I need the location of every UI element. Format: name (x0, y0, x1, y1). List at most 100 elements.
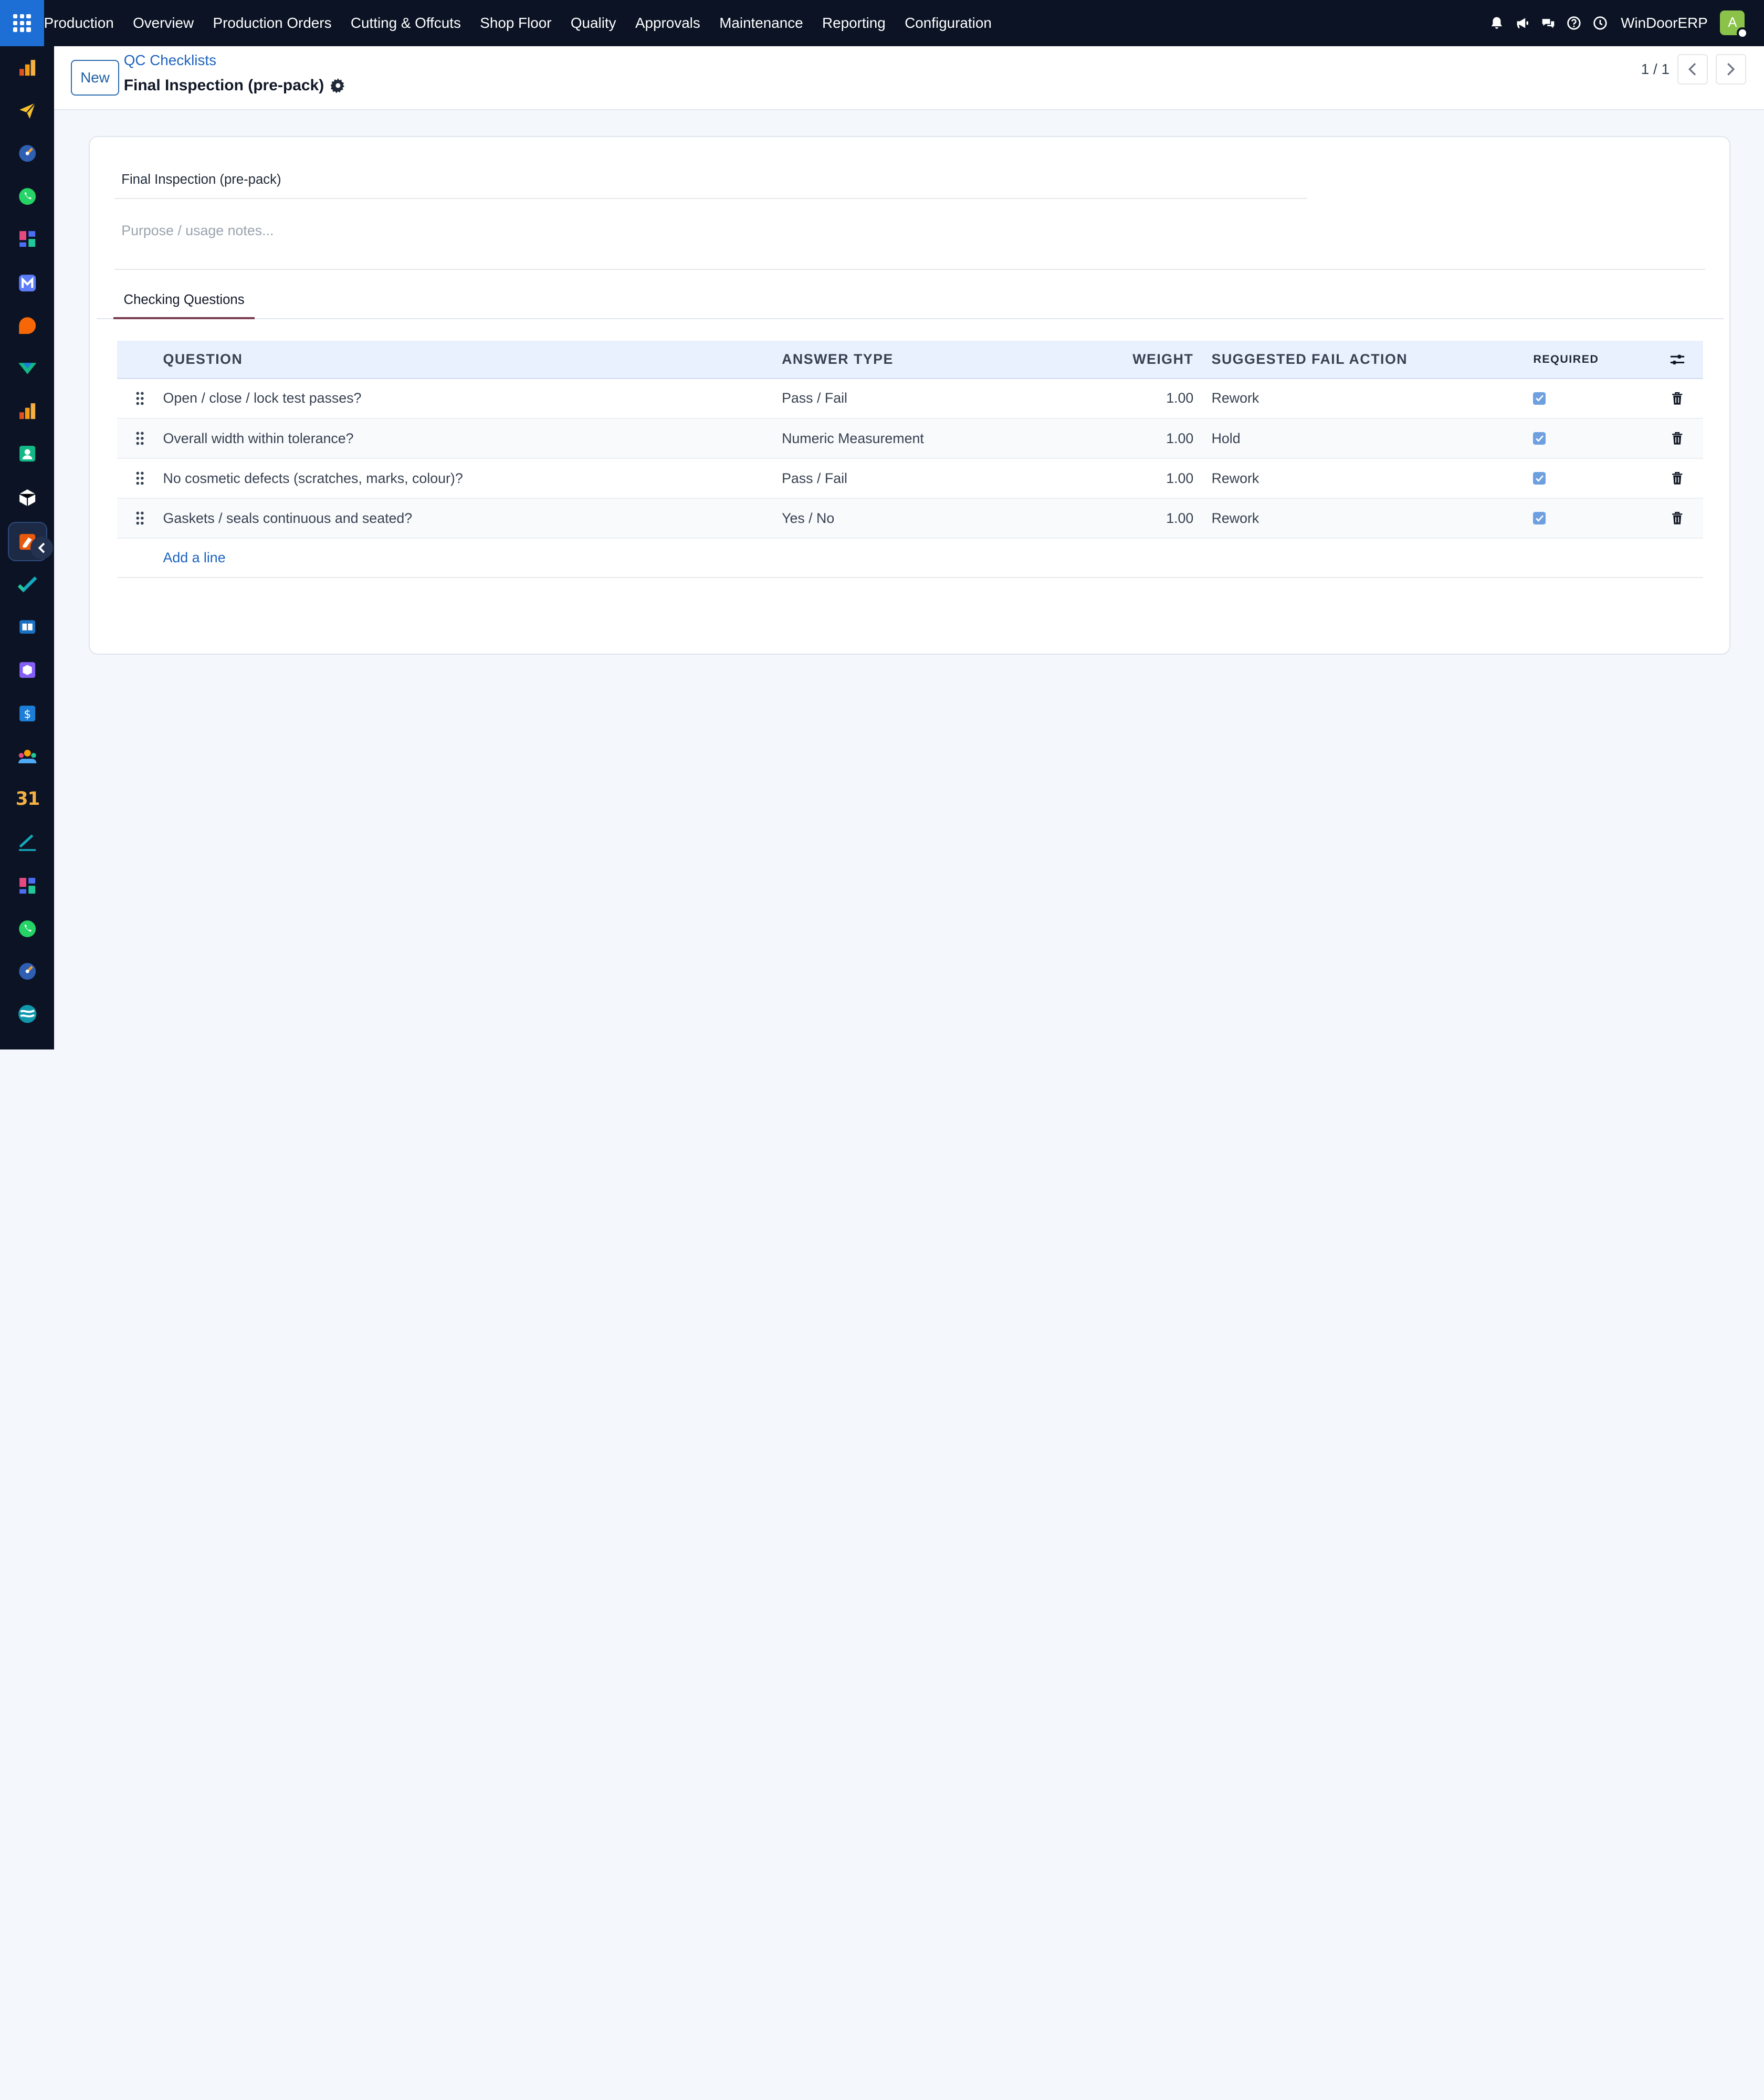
package-app-icon[interactable] (9, 652, 46, 689)
pager-previous-button[interactable] (1677, 54, 1708, 85)
clock-icon[interactable] (1587, 10, 1613, 36)
fail-action-cell[interactable]: Rework (1193, 510, 1533, 527)
rail-collapse-button[interactable] (30, 537, 53, 559)
pager-value[interactable]: 1 / 1 (1641, 61, 1670, 78)
answer-type-cell[interactable]: Numeric Measurement (782, 430, 1063, 447)
column-fail-action[interactable]: SUGGESTED FAIL ACTION (1193, 351, 1533, 368)
gear-icon[interactable] (331, 78, 345, 93)
top-navbar: Production Overview Production Orders Cu… (0, 0, 1764, 46)
new-button[interactable]: New (70, 59, 120, 96)
weight-cell[interactable]: 1.00 (1063, 390, 1193, 406)
trash-icon[interactable] (1651, 392, 1703, 405)
apps-grid-icon (13, 14, 31, 33)
column-required[interactable]: REQUIRED (1533, 353, 1651, 366)
invoice-app-icon[interactable]: $ (9, 695, 46, 732)
menu-item-approvals[interactable]: Approvals (626, 15, 710, 32)
sign-app-icon[interactable] (9, 824, 46, 861)
trash-icon[interactable] (1651, 471, 1703, 485)
dashboard-app-icon[interactable] (9, 220, 46, 258)
notes-field[interactable]: Purpose / usage notes... (114, 219, 1706, 270)
discuss-app-icon[interactable] (9, 995, 46, 1033)
weight-cell[interactable]: 1.00 (1063, 470, 1193, 487)
mail-app-icon[interactable] (9, 265, 46, 302)
answer-type-cell[interactable]: Pass / Fail (782, 390, 1063, 406)
menu-item-reporting[interactable]: Reporting (813, 15, 895, 32)
page-title: Final Inspection (pre-pack) (124, 77, 345, 94)
required-checkbox[interactable] (1533, 512, 1546, 524)
menu-item-cutting-offcuts[interactable]: Cutting & Offcuts (341, 15, 470, 32)
drag-handle-icon[interactable] (117, 431, 163, 446)
table-row[interactable]: Overall width within tolerance? Numeric … (117, 419, 1704, 459)
whatsapp-app-icon[interactable] (9, 178, 46, 215)
drag-handle-icon[interactable] (117, 471, 163, 486)
calendar-app-icon[interactable]: 31 (9, 781, 46, 818)
trash-icon[interactable] (1651, 432, 1703, 445)
pager-next-button[interactable] (1715, 54, 1746, 85)
book-app-icon[interactable] (9, 608, 46, 646)
chart-app-icon-2[interactable] (9, 393, 46, 430)
tab-checking-questions[interactable]: Checking Questions (113, 292, 255, 320)
table-body: Open / close / lock test passes? Pass / … (117, 379, 1704, 539)
app-root: Production Overview Production Orders Cu… (0, 0, 1764, 1050)
drag-handle-icon[interactable] (117, 511, 163, 526)
company-name[interactable]: WinDoorERP (1621, 15, 1708, 32)
menu-item-production-orders[interactable]: Production Orders (203, 15, 341, 32)
fail-action-cell[interactable]: Rework (1193, 390, 1533, 406)
help-icon[interactable] (1561, 10, 1587, 36)
add-line-link[interactable]: Add a line (163, 550, 226, 566)
required-checkbox[interactable] (1533, 432, 1546, 445)
weight-cell[interactable]: 1.00 (1063, 510, 1193, 527)
checklist-name-field[interactable]: Final Inspection (pre-pack) (114, 169, 1307, 200)
dashboard-app-icon-2[interactable] (9, 867, 46, 905)
whatsapp-app-icon-2[interactable] (9, 910, 46, 948)
menu-item-shop-floor[interactable]: Shop Floor (470, 15, 561, 32)
user-avatar[interactable]: A (1720, 10, 1748, 39)
fail-action-cell[interactable]: Hold (1193, 430, 1533, 447)
column-question[interactable]: QUESTION (163, 351, 782, 368)
question-cell[interactable]: Open / close / lock test passes? (163, 390, 782, 406)
menu-item-production[interactable]: Production (44, 15, 123, 32)
answer-type-cell[interactable]: Pass / Fail (782, 470, 1063, 487)
notebook-tabs: Checking Questions (97, 292, 1724, 320)
fail-action-cell[interactable]: Rework (1193, 470, 1533, 487)
column-weight[interactable]: WEIGHT (1063, 351, 1194, 368)
control-panel: New QC Checklists Final Inspection (pre-… (54, 46, 1764, 110)
apps-menu-button[interactable] (0, 0, 44, 46)
required-checkbox[interactable] (1533, 472, 1546, 485)
questions-table: QUESTION ANSWER TYPE WEIGHT SUGGESTED FA… (117, 341, 1704, 579)
chat-icon[interactable] (1535, 10, 1561, 36)
optional-columns-icon[interactable] (1651, 352, 1703, 367)
gauge-app-icon[interactable] (9, 135, 46, 172)
table-row[interactable]: Gaskets / seals continuous and seated? Y… (117, 499, 1704, 539)
answer-type-cell[interactable]: Yes / No (782, 510, 1063, 527)
menu-item-quality[interactable]: Quality (561, 15, 626, 32)
contacts-app-icon[interactable] (9, 435, 46, 472)
bell-icon[interactable] (1484, 10, 1509, 36)
question-cell[interactable]: Overall width within tolerance? (163, 430, 782, 447)
megaphone-icon[interactable] (1509, 10, 1535, 36)
chat-bubble-app-icon[interactable] (9, 307, 46, 344)
column-answer-type[interactable]: ANSWER TYPE (782, 351, 1063, 368)
trash-icon[interactable] (1651, 511, 1703, 525)
table-row[interactable]: No cosmetic defects (scratches, marks, c… (117, 459, 1704, 499)
table-row[interactable]: Open / close / lock test passes? Pass / … (117, 379, 1704, 419)
cube-app-icon[interactable] (9, 479, 46, 517)
required-checkbox[interactable] (1533, 392, 1546, 405)
chart-app-icon[interactable] (9, 49, 46, 87)
breadcrumb[interactable]: QC Checklists (124, 52, 216, 69)
avatar-letter: A (1728, 15, 1737, 30)
record-title-text: Final Inspection (pre-pack) (123, 76, 324, 94)
pager: 1 / 1 (1641, 54, 1746, 85)
menu-item-overview[interactable]: Overview (123, 15, 203, 32)
menu-item-configuration[interactable]: Configuration (895, 15, 1001, 32)
check-app-icon[interactable] (9, 566, 46, 603)
delivery-app-icon[interactable] (9, 350, 46, 387)
question-cell[interactable]: Gaskets / seals continuous and seated? (163, 510, 782, 527)
menu-item-maintenance[interactable]: Maintenance (710, 15, 813, 32)
paper-plane-app-icon[interactable] (9, 92, 46, 130)
drag-handle-icon[interactable] (117, 391, 163, 406)
question-cell[interactable]: No cosmetic defects (scratches, marks, c… (163, 470, 782, 487)
gauge-app-icon-2[interactable] (9, 953, 46, 990)
team-app-icon[interactable] (9, 738, 46, 775)
weight-cell[interactable]: 1.00 (1063, 430, 1193, 447)
